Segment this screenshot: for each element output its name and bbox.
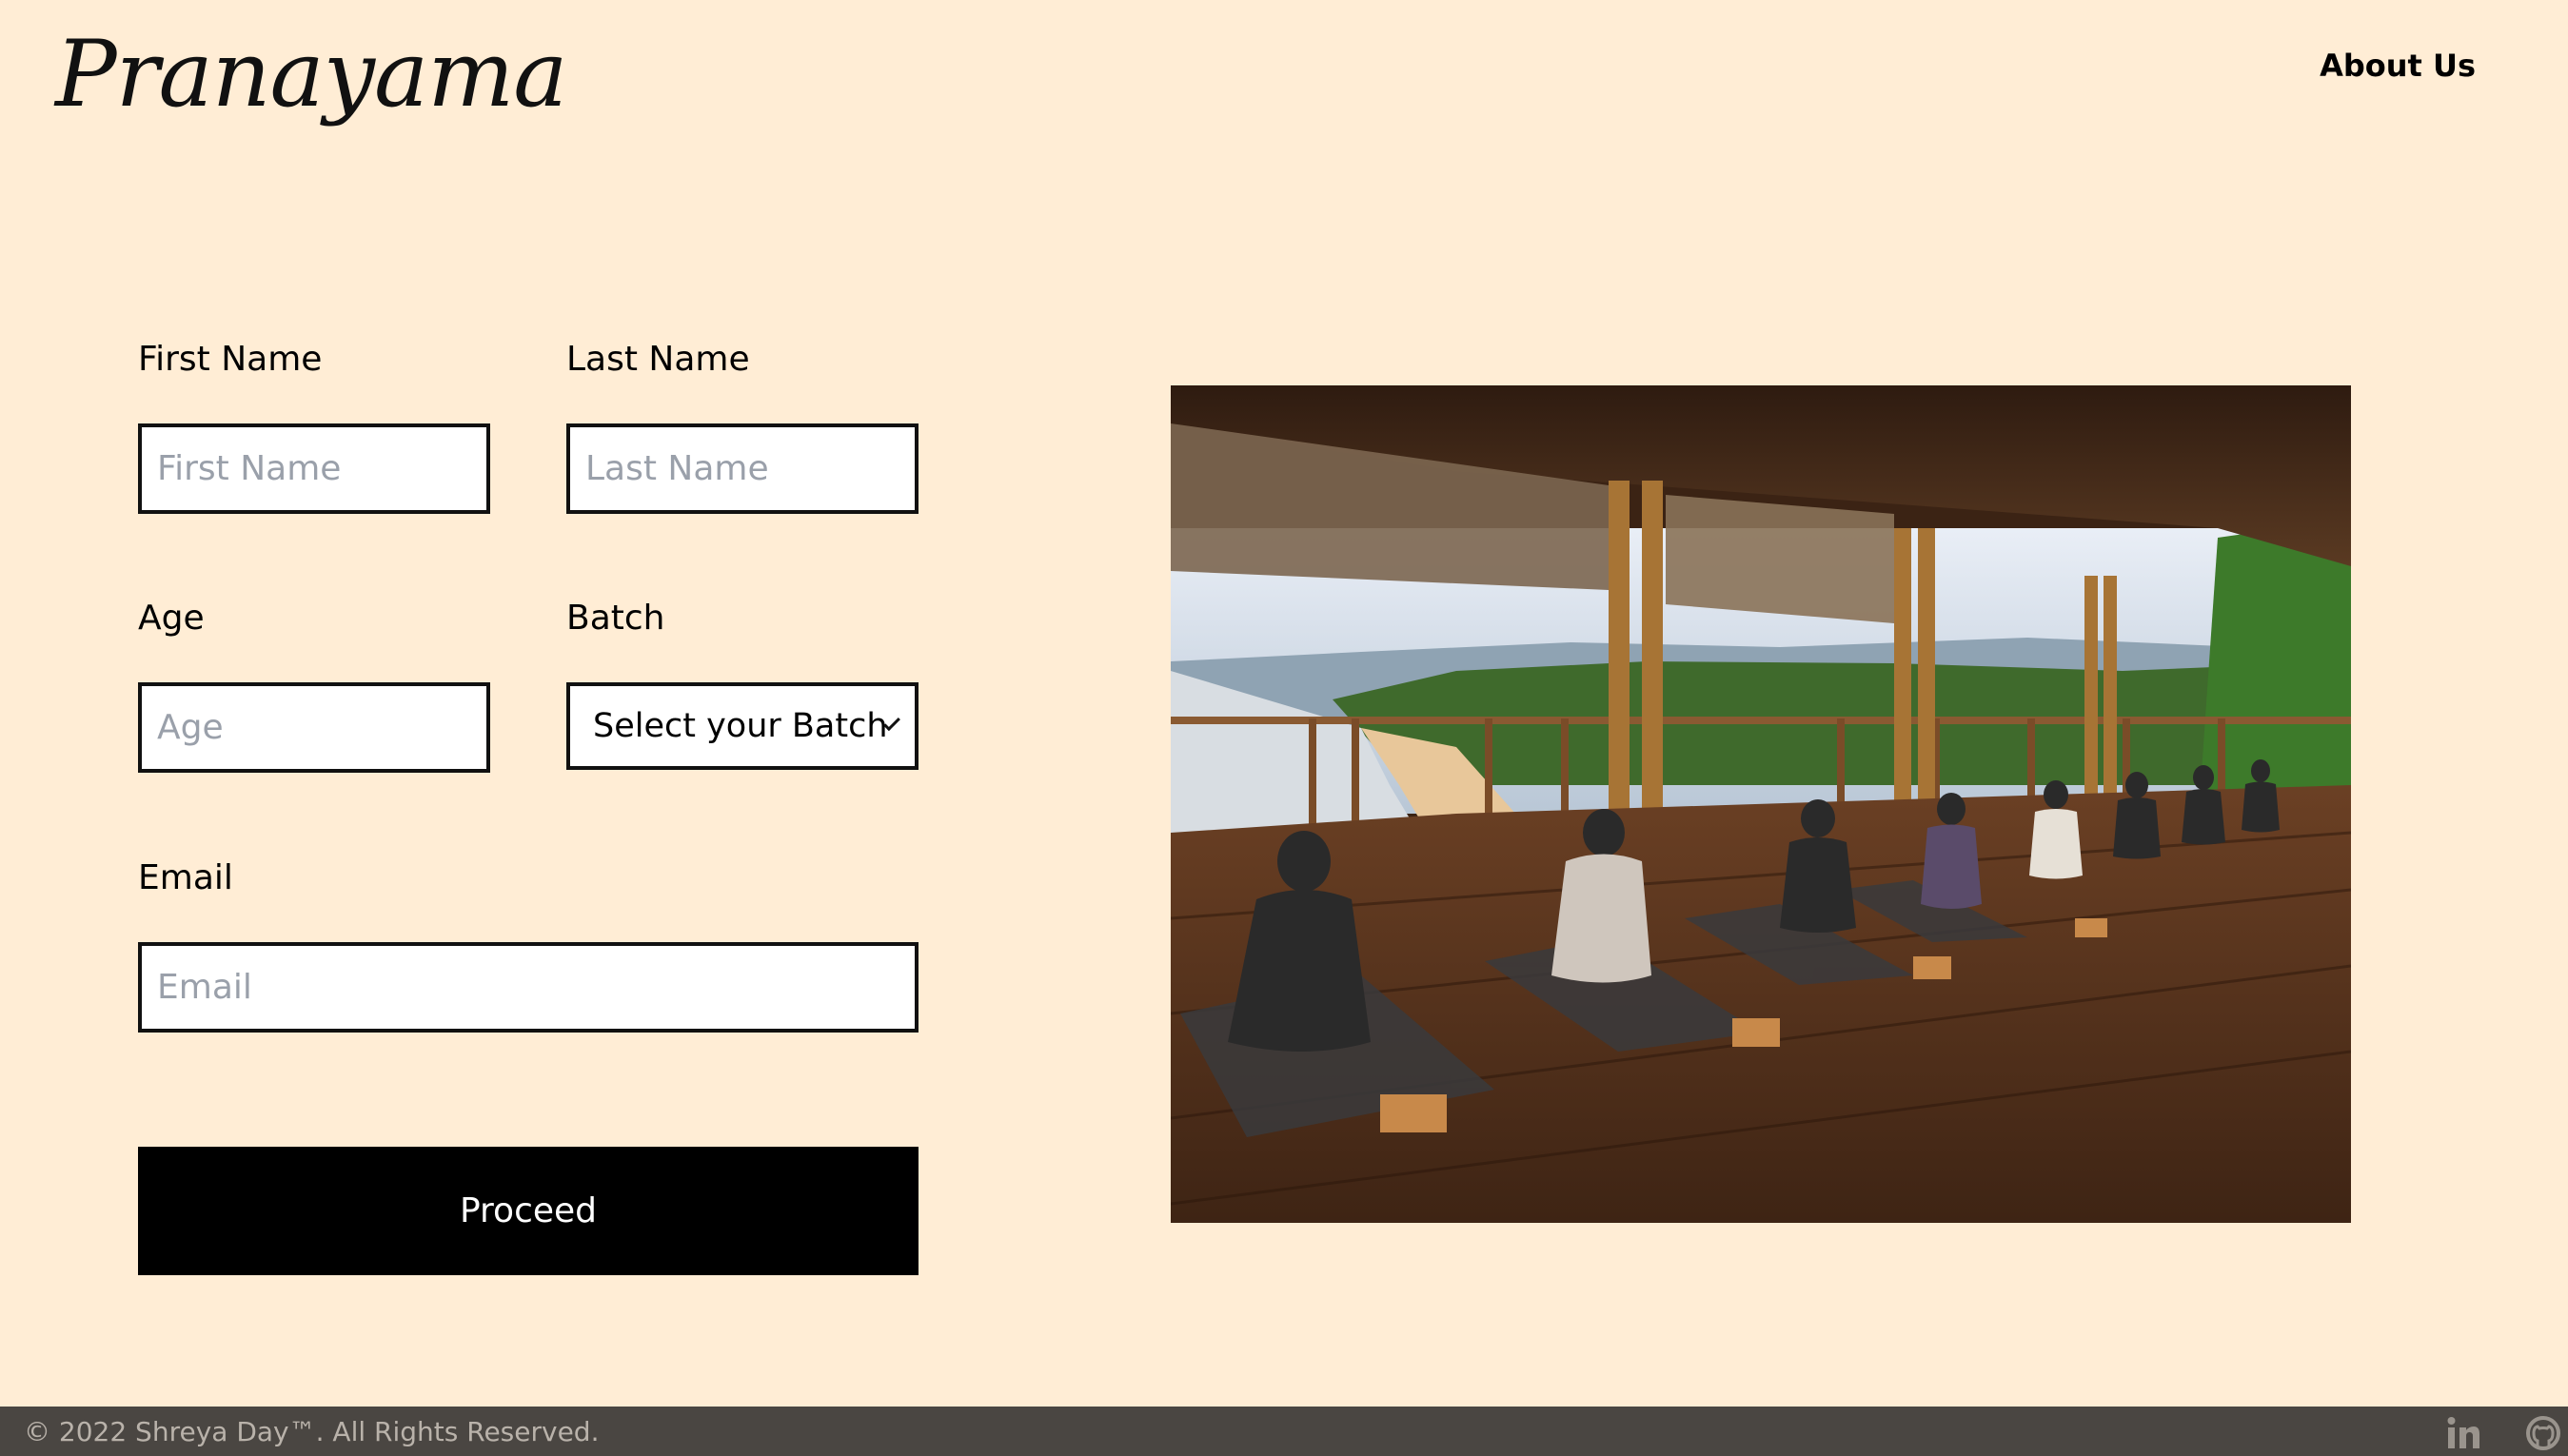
- yoga-class-photo: [1171, 385, 2351, 1223]
- age-input[interactable]: [138, 682, 490, 773]
- email-label: Email: [138, 858, 233, 897]
- first-name-label: First Name: [138, 340, 323, 379]
- batch-select-value: Select your Batch: [593, 707, 888, 745]
- last-name-input[interactable]: [566, 423, 919, 514]
- linkedin-icon[interactable]: [2444, 1414, 2482, 1452]
- github-icon[interactable]: [2524, 1414, 2562, 1452]
- batch-label: Batch: [566, 599, 665, 638]
- footer: © 2022 Shreya Day™. All Rights Reserved.: [0, 1407, 2568, 1456]
- copyright-text: © 2022 Shreya Day™. All Rights Reserved.: [24, 1415, 600, 1447]
- last-name-label: Last Name: [566, 340, 750, 379]
- nav-about-us-link[interactable]: About Us: [2320, 48, 2476, 84]
- first-name-input[interactable]: [138, 423, 490, 514]
- batch-select[interactable]: Select your Batch: [566, 682, 919, 770]
- email-input[interactable]: [138, 942, 919, 1033]
- brand-logo[interactable]: Pranayama: [55, 29, 568, 120]
- proceed-button[interactable]: Proceed: [138, 1147, 919, 1275]
- age-label: Age: [138, 599, 205, 638]
